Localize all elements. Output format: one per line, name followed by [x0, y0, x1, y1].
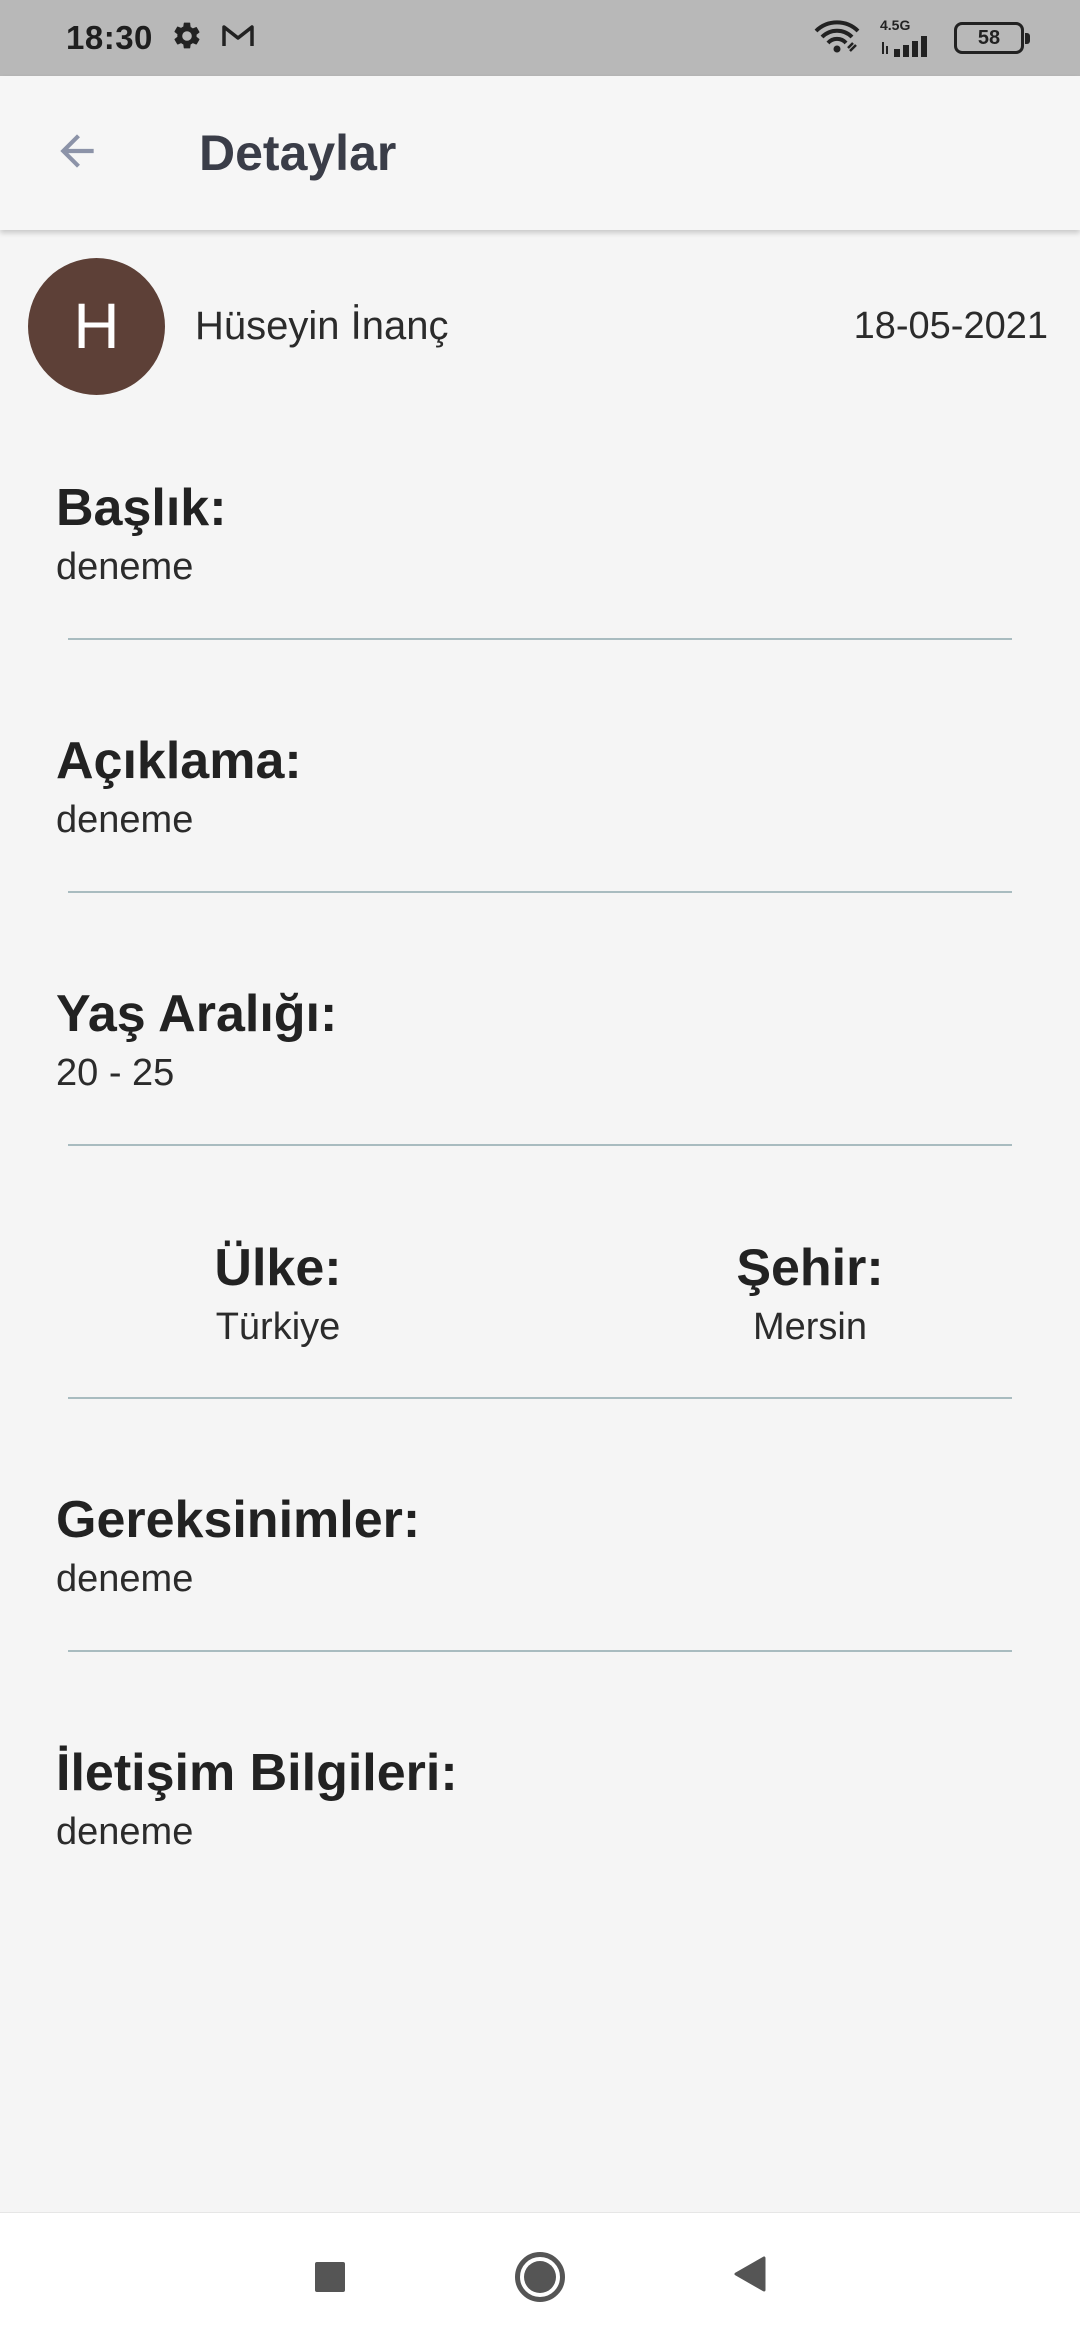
requirements-value: deneme: [56, 1558, 194, 1600]
title-value: deneme: [56, 546, 194, 588]
battery-icon: 58: [954, 22, 1030, 54]
requirements-label: Gereksinimler:: [56, 1491, 421, 1549]
country-column: Ülke: Türkiye: [0, 1238, 540, 1350]
country-label: Ülke:: [214, 1239, 342, 1297]
section-age-range: Yaş Aralığı: 20 - 25: [56, 984, 1024, 1096]
network-type-label: 4.5G: [880, 17, 911, 33]
signal-bars-icon: [880, 34, 936, 58]
avatar: H: [28, 257, 165, 395]
back-button[interactable]: [17, 76, 137, 230]
title-label: Başlık:: [56, 479, 227, 537]
home-circle-inner: [524, 2260, 556, 2293]
screen: 18:30 4.5G 58 Detaylar H Hüseyin İnanç 1…: [0, 0, 1080, 2340]
post-date: 18-05-2021: [853, 304, 1048, 347]
gear-icon: [171, 20, 203, 57]
battery-level: 58: [977, 26, 1001, 49]
wifi-icon: [812, 18, 862, 59]
section-contact-info: İletişim Bilgileri: deneme: [56, 1743, 1024, 1855]
avatar-letter: H: [73, 290, 120, 362]
page-title: Detaylar: [199, 125, 397, 181]
city-label: Şehir:: [736, 1239, 884, 1297]
description-label: Açıklama:: [56, 732, 302, 790]
divider: [68, 638, 1012, 640]
back-triangle-icon: [730, 2254, 770, 2299]
app-bar: Detaylar: [0, 76, 1080, 230]
age-range-label: Yaş Aralığı:: [56, 985, 338, 1043]
section-description: Açıklama: deneme: [56, 731, 1024, 843]
system-nav-bar: [0, 2212, 1080, 2340]
divider: [68, 1397, 1012, 1399]
mobile-signal: 4.5G: [880, 18, 936, 58]
author-name: Hüseyin İnanç: [195, 303, 449, 348]
city-value: Mersin: [752, 1306, 868, 1348]
status-left: 18:30: [66, 19, 255, 57]
recents-button[interactable]: [255, 2213, 405, 2340]
status-right: 4.5G 58: [812, 18, 1030, 59]
divider: [68, 1650, 1012, 1652]
section-requirements: Gereksinimler: deneme: [56, 1490, 1024, 1602]
contact-info-value: deneme: [56, 1811, 194, 1853]
city-column: Şehir: Mersin: [540, 1238, 1080, 1350]
status-bar: 18:30 4.5G 58: [0, 0, 1080, 76]
home-button[interactable]: [465, 2213, 615, 2340]
status-time: 18:30: [66, 19, 153, 56]
age-range-value: 20 - 25: [56, 1052, 175, 1094]
country-value: Türkiye: [215, 1306, 341, 1348]
divider: [68, 1144, 1012, 1146]
home-circle-icon: [515, 2251, 565, 2302]
description-value: deneme: [56, 799, 194, 841]
arrow-left-icon: [52, 126, 102, 181]
recents-square-icon: [315, 2261, 345, 2292]
contact-info-label: İletişim Bilgileri:: [56, 1744, 458, 1802]
system-back-button[interactable]: [675, 2213, 825, 2340]
divider: [68, 891, 1012, 893]
author-row: H Hüseyin İnanç 18-05-2021: [0, 256, 1080, 396]
section-location: Ülke: Türkiye Şehir: Mersin: [0, 1238, 1080, 1350]
gmail-icon: [221, 22, 255, 55]
section-title: Başlık: deneme: [56, 478, 1024, 590]
